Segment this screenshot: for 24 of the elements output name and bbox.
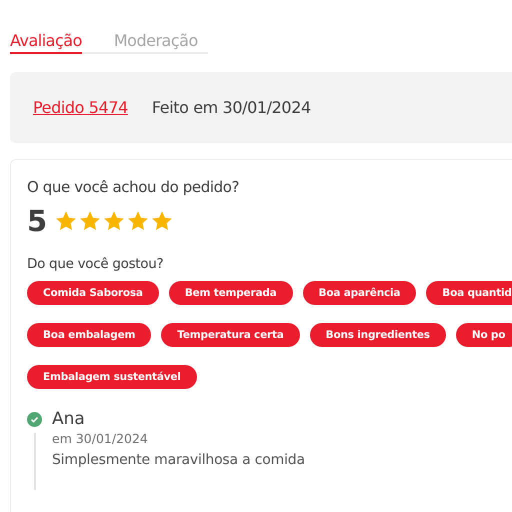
star-icon <box>127 210 150 232</box>
tag-chip[interactable]: Boa embalagem <box>27 323 152 347</box>
star-icon <box>55 210 78 232</box>
tab[interactable]: Moderação <box>114 30 198 54</box>
comment-date: em 30/01/2024 <box>52 431 149 446</box>
tag-chip[interactable]: No po <box>456 323 512 347</box>
order-date: Feito em 30/01/2024 <box>152 98 311 117</box>
comment-author: Ana <box>52 409 86 429</box>
comment-text: Simplesmente maravilhosa a comida <box>52 452 306 470</box>
tag-chip[interactable]: Comida Saborosa <box>27 281 159 305</box>
tag-chip[interactable]: Bons ingredientes <box>310 323 446 347</box>
tag-chip[interactable]: Boa aparência <box>302 281 416 305</box>
order-link[interactable]: Pedido 5474 <box>33 98 128 117</box>
star-icon <box>103 210 126 232</box>
likes-question: Do que você gostou? <box>27 256 164 272</box>
star-icon <box>79 210 102 232</box>
rating-score: 5 <box>27 204 48 238</box>
rating-question: O que você achou do pedido? <box>27 178 240 196</box>
tag-chip[interactable]: Boa quantid <box>426 281 512 305</box>
tab[interactable]: Avaliação <box>10 30 82 54</box>
tag-chip[interactable]: Embalagem sustentável <box>27 365 197 389</box>
star-icon <box>151 210 174 232</box>
tag-chip[interactable]: Bem temperada <box>168 281 293 305</box>
tag-chip[interactable]: Temperatura certa <box>161 323 300 347</box>
